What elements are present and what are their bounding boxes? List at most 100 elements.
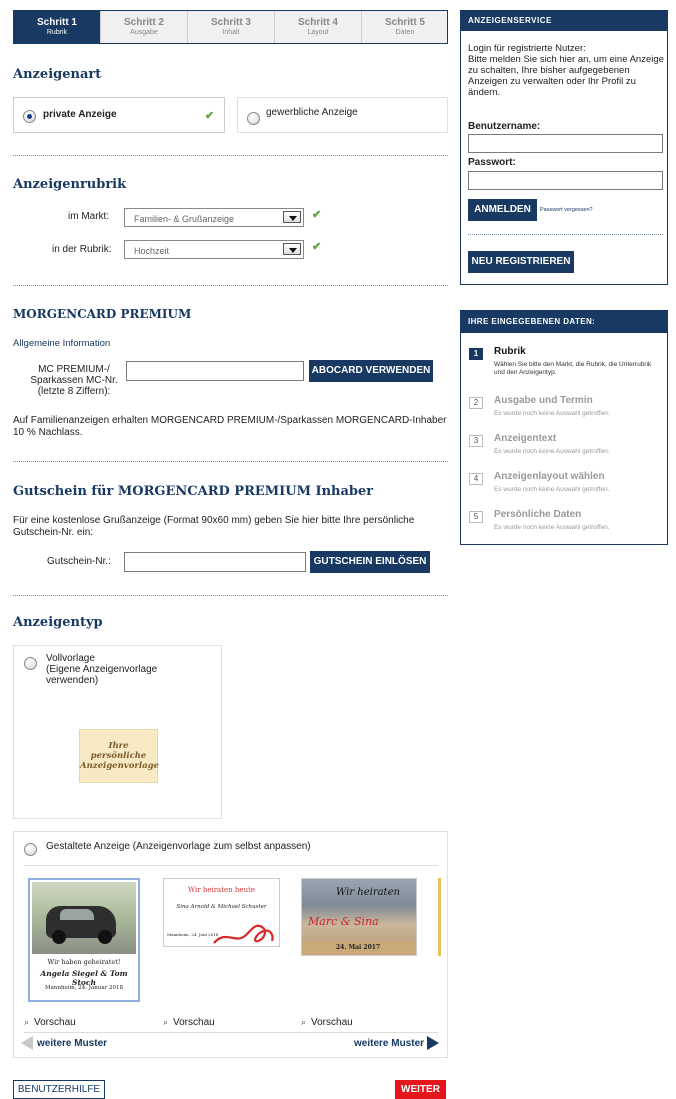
select-markt[interactable]: Familien- & Grußanzeige	[124, 208, 304, 227]
tab-step-3-title: Schritt 3	[210, 17, 251, 28]
radio-private[interactable]	[23, 110, 36, 123]
password-input[interactable]	[468, 171, 663, 190]
template-2-title: Wir heiraten heute	[187, 886, 256, 894]
divider	[24, 1032, 438, 1033]
label-mc-line3: (letzte 8 Ziffern):	[37, 386, 111, 397]
data-step-4-number: 4	[469, 473, 483, 485]
tab-step-5-title: Schritt 5	[384, 17, 425, 28]
radio-gestaltet[interactable]	[24, 843, 37, 856]
link-general-info[interactable]: Allgemeine Information	[13, 338, 110, 349]
data-step-2[interactable]: 2 Ausgabe und Termin Es wurde noch keine…	[469, 395, 659, 425]
zoom-icon: ⌕	[301, 1017, 307, 1027]
tab-step-4-sub: Layout	[307, 29, 329, 36]
tab-step-3[interactable]: Schritt 3 Inhalt	[188, 11, 275, 43]
vollvorlage-image-line2: persönliche	[90, 751, 147, 761]
template-card-1[interactable]: Wir haben geheiratet! Angela Siegel & To…	[28, 878, 140, 1002]
data-step-4-title: Anzeigenlayout wählen	[494, 471, 605, 482]
select-markt-value: Familien- & Grußanzeige	[134, 214, 235, 224]
data-panel: IHRE EINGEGEBENEN DATEN: 1 Rubrik Wählen…	[460, 310, 668, 545]
data-step-1[interactable]: 1 Rubrik Wählen Sie bitte den Markt, die…	[469, 346, 659, 376]
heading-anzeigentyp: Anzeigentyp	[13, 615, 103, 630]
tab-step-1[interactable]: Schritt 1 Rubrik	[14, 11, 101, 43]
next-templates-link[interactable]: weitere Muster	[354, 1038, 424, 1049]
heading-anzeigenart: Anzeigenart	[13, 67, 102, 82]
check-icon: ✔	[312, 209, 322, 221]
select-rubrik-value: Hochzeit	[134, 246, 170, 256]
data-step-5-title: Persönliche Daten	[494, 509, 582, 520]
label-rubrik: in der Rubrik:	[52, 244, 112, 255]
tab-step-2[interactable]: Schritt 2 Ausgabe	[101, 11, 188, 43]
preview-link-3[interactable]: Vorschau	[311, 1017, 353, 1028]
template-1-caption: Wir haben geheiratet!	[47, 958, 121, 966]
template-card-3[interactable]: Wir heiraten Marc & Sina 24. Mai 2017	[301, 878, 417, 956]
tab-step-1-sub: Rubrik	[46, 29, 68, 36]
check-icon: ✔	[205, 110, 215, 122]
data-step-2-title: Ausgabe und Termin	[494, 395, 593, 406]
data-step-3[interactable]: 3 Anzeigentext Es wurde noch keine Auswa…	[469, 433, 659, 463]
tab-step-1-title: Schritt 1	[36, 17, 77, 28]
data-step-5[interactable]: 5 Persönliche Daten Es wurde noch keine …	[469, 509, 659, 539]
select-rubrik[interactable]: Hochzeit	[124, 240, 304, 259]
register-button[interactable]: NEU REGISTRIEREN	[468, 251, 574, 273]
template-1-photo	[32, 882, 136, 954]
radio-business[interactable]	[247, 112, 260, 125]
vollvorlage-image: Ihre persönliche Anzeigenvorlage	[79, 729, 159, 783]
option-gestaltet[interactable]: Gestaltete Anzeige (Anzeigenvorlage zum …	[13, 831, 448, 1058]
morgencard-note: Auf Familienanzeigen erhalten MORGENCARD…	[13, 415, 447, 438]
tab-step-5[interactable]: Schritt 5 Daten	[362, 11, 448, 43]
arrow-left-icon[interactable]	[21, 1036, 33, 1050]
data-step-5-desc: Es wurde noch keine Auswahl getroffen.	[494, 524, 610, 531]
option-vollvorlage[interactable]: Vollvorlage (Eigene Anzeigenvorlage verw…	[13, 645, 222, 819]
mc-number-input[interactable]	[126, 361, 304, 381]
vollvorlage-line1: Vollvorlage	[46, 653, 95, 664]
data-step-1-title: Rubrik	[494, 346, 526, 357]
vollvorlage-image-line3: Anzeigenvorlage	[80, 761, 159, 771]
chevron-down-icon	[283, 243, 301, 255]
template-3-names: Marc & Sina	[308, 915, 379, 928]
preview-link-1[interactable]: Vorschau	[34, 1017, 76, 1028]
arrow-right-icon[interactable]	[427, 1036, 439, 1050]
label-markt: im Markt:	[68, 211, 110, 222]
service-header: ANZEIGENSERVICE	[461, 11, 667, 31]
template-card-4-edge[interactable]	[438, 878, 441, 956]
tab-step-4[interactable]: Schritt 4 Layout	[275, 11, 362, 43]
help-button[interactable]: BENUTZERHILFE	[13, 1080, 105, 1099]
data-step-1-number: 1	[469, 348, 483, 360]
divider	[24, 865, 438, 866]
gutschein-text: Für eine kostenlose Grußanzeige (Format …	[13, 515, 415, 538]
data-step-3-desc: Es wurde noch keine Auswahl getroffen.	[494, 448, 610, 455]
next-button[interactable]: WEITER	[395, 1080, 446, 1099]
label-username: Benutzername:	[468, 121, 541, 132]
car-wheel	[98, 930, 112, 944]
login-button[interactable]: ANMELDEN	[468, 199, 537, 221]
template-2-names: Sina Arnold & Michael Schuster	[176, 904, 267, 910]
radio-vollvorlage[interactable]	[24, 657, 37, 670]
prev-templates-link[interactable]: weitere Muster	[37, 1038, 107, 1049]
option-business[interactable]: gewerbliche Anzeige	[237, 97, 448, 133]
chevron-down-icon	[283, 211, 301, 223]
label-mc-number: MC PREMIUM-/ Sparkassen MC-Nr. (letzte 8…	[30, 364, 118, 397]
heading-morgencard: MORGENCARD PREMIUM	[13, 307, 192, 321]
heading-rubrik: Anzeigenrubrik	[13, 177, 127, 192]
gutschein-input[interactable]	[124, 552, 306, 572]
label-gestaltet: Gestaltete Anzeige (Anzeigenvorlage zum …	[46, 841, 311, 852]
zoom-icon: ⌕	[163, 1017, 169, 1027]
check-icon: ✔	[312, 241, 322, 253]
heart-ribbon-icon	[213, 924, 274, 944]
divider	[13, 461, 448, 462]
option-private[interactable]: private Anzeige ✔	[13, 97, 225, 133]
template-1-place: Mannheim, 24. Januar 2018	[45, 985, 123, 991]
abocard-button[interactable]: ABOCARD VERWENDEN	[309, 360, 433, 382]
label-gutschein: Gutschein-Nr.:	[47, 556, 111, 567]
data-step-4-desc: Es wurde noch keine Auswahl getroffen.	[494, 486, 610, 493]
gutschein-button[interactable]: GUTSCHEIN EINLÖSEN	[310, 551, 430, 573]
label-business: gewerbliche Anzeige	[266, 107, 358, 118]
data-step-2-desc: Es wurde noch keine Auswahl getroffen.	[494, 410, 610, 417]
data-step-4[interactable]: 4 Anzeigenlayout wählen Es wurde noch ke…	[469, 471, 659, 501]
template-card-2[interactable]: Wir heiraten heute Sina Arnold & Michael…	[163, 878, 280, 947]
username-input[interactable]	[468, 134, 663, 153]
divider	[13, 595, 448, 596]
heading-gutschein: Gutschein für MORGENCARD PREMIUM Inhaber	[13, 484, 374, 499]
preview-link-2[interactable]: Vorschau	[173, 1017, 215, 1028]
forgot-password-link[interactable]: Passwort vergessen?	[540, 207, 593, 213]
